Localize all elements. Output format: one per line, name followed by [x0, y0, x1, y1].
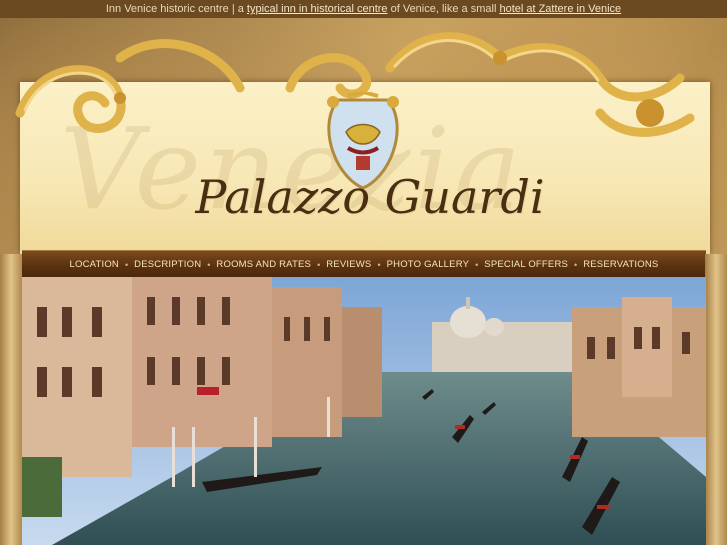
topbar-divider: |	[231, 3, 235, 15]
top-info-bar: Inn Venice historic centre | a typical i…	[0, 0, 727, 18]
nav-separator: •	[377, 259, 381, 270]
nav-location[interactable]: Location	[70, 259, 119, 270]
site-title: Palazzo Guardi	[195, 170, 545, 224]
left-gilded-border	[0, 254, 22, 545]
zattere-hotel-link[interactable]: hotel at Zattere in Venice	[499, 3, 621, 15]
nav-separator: •	[317, 259, 321, 270]
topbar-text-1: a	[237, 3, 244, 15]
nav-special-offers[interactable]: Special Offers	[484, 259, 568, 270]
nav-separator: •	[124, 259, 129, 270]
topbar-prefix: Inn Venice historic centre	[105, 3, 229, 15]
right-gilded-border	[705, 254, 727, 545]
nav-separator: •	[475, 259, 479, 270]
nav-reservations[interactable]: Reservations	[583, 259, 658, 270]
nav-rooms-and-rates[interactable]: Rooms and Rates	[216, 259, 311, 270]
main-navigation: Location • Description • Rooms and Rates…	[22, 250, 706, 279]
nav-description[interactable]: Description	[134, 259, 201, 270]
nav-reviews[interactable]: Reviews	[326, 259, 371, 270]
typical-inn-link[interactable]: typical inn in historical centre	[247, 3, 388, 15]
nav-separator: •	[574, 259, 578, 270]
grand-canal-photo	[22, 277, 706, 545]
nav-photo-gallery[interactable]: Photo Gallery	[387, 259, 470, 270]
nav-separator: •	[207, 259, 211, 270]
topbar-text-2: of Venice, like a small	[390, 3, 497, 15]
